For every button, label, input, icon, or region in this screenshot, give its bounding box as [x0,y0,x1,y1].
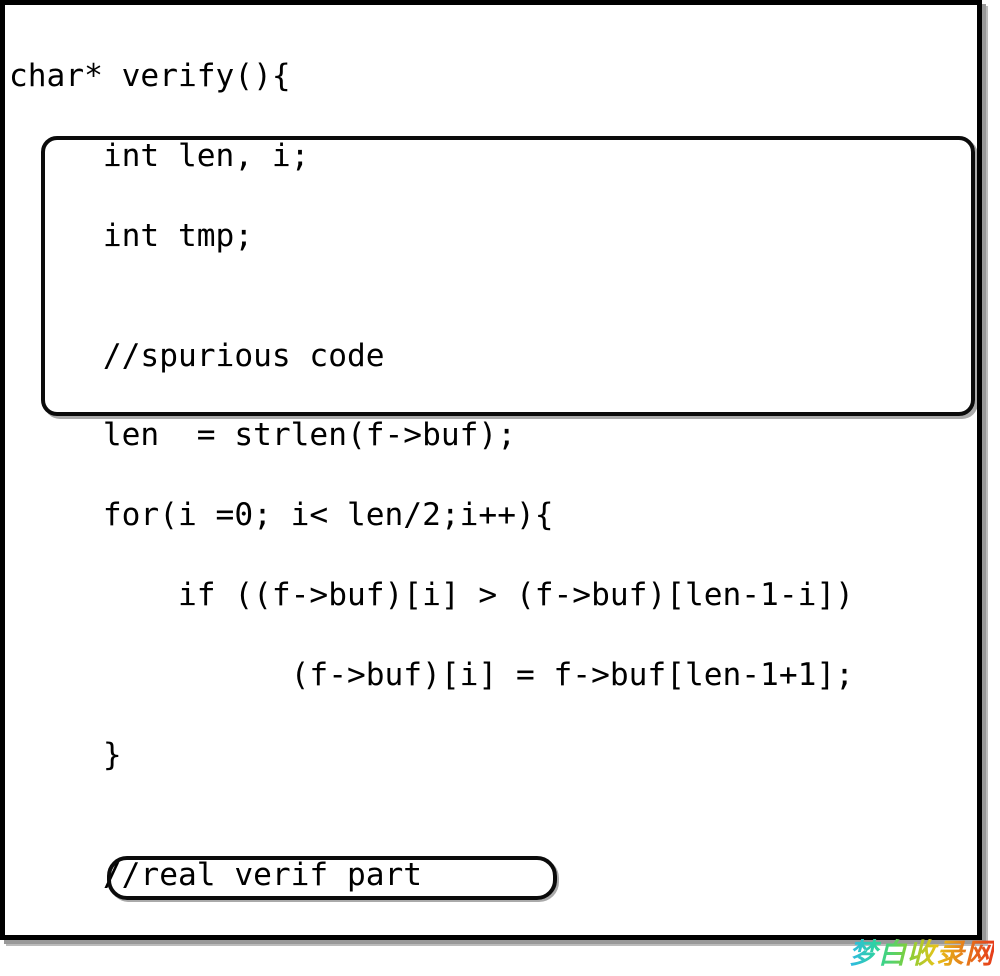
code-block: char* verify(){ int len, i; int tmp; //s… [5,17,977,940]
code-line: for(i =0; i< len/2;i++){ [9,496,977,536]
code-line: //spurious code [9,337,977,377]
code-line: int len, i; [9,137,977,177]
code-line: } [9,736,977,776]
code-line: len = strlen(f->buf); [9,416,977,456]
code-line: (f->buf)[i] = f->buf[len-1+1]; [9,656,977,696]
code-line: i=0; [9,936,977,940]
code-line: int tmp; [9,217,977,257]
code-line: //real verif part [9,856,977,896]
code-frame: char* verify(){ int len, i; int tmp; //s… [0,0,982,940]
code-line: if ((f->buf)[i] > (f->buf)[len-1-i]) [9,576,977,616]
code-line: char* verify(){ [9,57,977,97]
